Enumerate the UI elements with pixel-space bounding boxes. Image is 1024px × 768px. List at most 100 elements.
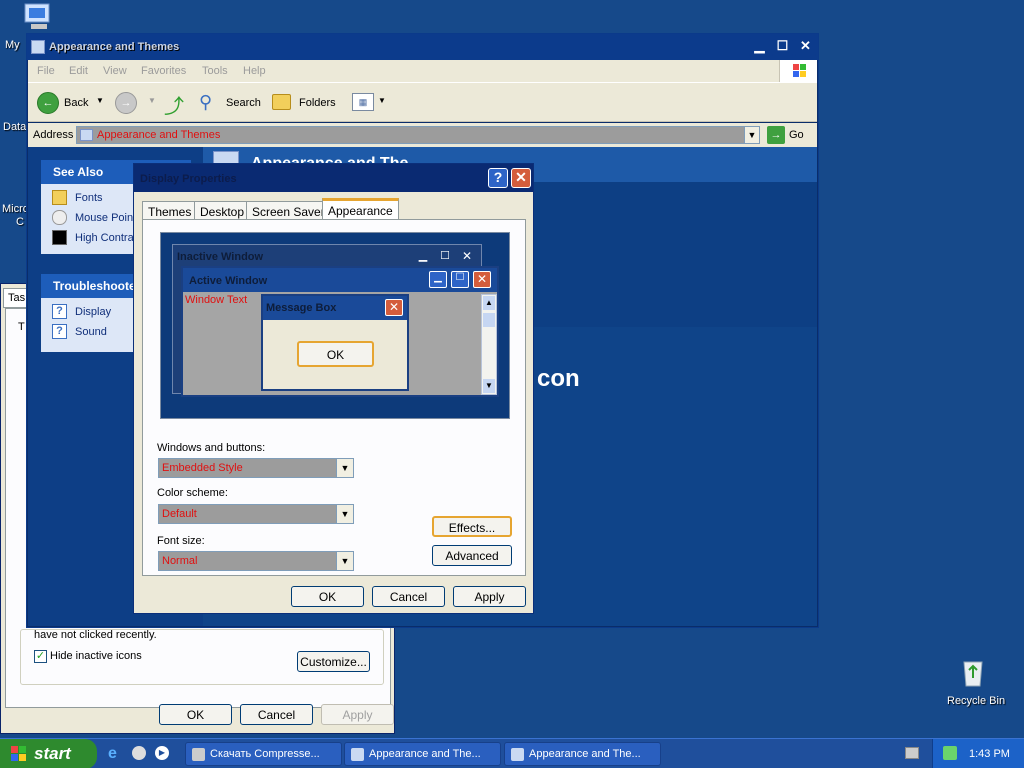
tab-themes[interactable]: Themes [142,201,198,220]
scroll-down-icon: ▼ [483,379,495,393]
troubleshoot-sound[interactable]: ? Sound [52,324,107,339]
windows-buttons-value: Embedded Style [162,462,243,474]
font-size-label: Font size: [157,535,205,547]
tab-desktop[interactable]: Desktop [194,201,251,220]
see-also-fonts[interactable]: Fonts [52,190,103,205]
folders-button[interactable]: Folders [299,97,336,109]
back-arrow-icon[interactable]: ← [37,92,59,114]
color-scheme-select[interactable]: Default ▼ [158,504,354,524]
close-button[interactable]: ✕ [795,38,816,57]
back-dropdown-icon[interactable]: ▼ [96,96,104,105]
font-size-value: Normal [162,555,198,567]
address-dropdown-icon[interactable]: ▼ [744,126,760,144]
display-apply-button[interactable]: Apply [453,586,526,607]
display-titlebar[interactable]: Display Properties ? ✕ [134,164,533,192]
windows-flag-icon [10,745,28,763]
taskbar: start e ▶ Скачать Compresse... Appearanc… [0,738,1024,768]
preview-scrollbar: ▲ ▼ [481,294,497,395]
fonts-folder-icon [52,190,67,205]
effects-button[interactable]: Effects... [432,516,512,537]
preview-active-max-icon: ☐ [451,271,469,288]
desktop-label-my[interactable]: My [5,39,20,51]
preview-message-close-icon: ✕ [385,299,403,316]
back-button[interactable]: Back [64,97,88,109]
address-folder-icon [80,129,93,141]
ie-icon[interactable]: e [108,745,126,763]
search-button[interactable]: Search [226,97,261,109]
menu-help[interactable]: Help [243,65,266,77]
menu-edit[interactable]: Edit [69,65,88,77]
forward-arrow-icon[interactable]: → [115,92,137,114]
help-icon: ? [52,304,67,319]
display-ok-button[interactable]: OK [291,586,364,607]
preview-active-min-icon: ▁ [429,271,447,288]
customize-button[interactable]: Customize... [297,651,370,672]
desktop-label-micro[interactable]: Micro [2,203,29,215]
task-app-icon [192,748,205,761]
recycle-bin-icon[interactable] [955,656,991,690]
taskbar-props-text: T [18,321,25,333]
address-bar: Address Appearance and Themes ▼ → Go [28,123,817,147]
minimize-button[interactable]: ▁ [749,38,770,57]
display-cancel-button[interactable]: Cancel [372,586,445,607]
views-icon[interactable]: ▦ [352,93,374,111]
recycle-bin-label[interactable]: Recycle Bin [947,695,1005,707]
task-button-appearance-1[interactable]: Appearance and The... [344,742,501,766]
my-computer-icon[interactable] [20,2,56,32]
search-icon: ⚲ [199,92,213,112]
menu-tools[interactable]: Tools [202,65,228,77]
tab-screen-saver[interactable]: Screen Saver [246,201,331,220]
help-icon: ? [52,324,67,339]
clock[interactable]: 1:43 PM [969,748,1010,760]
task-button-appearance-2[interactable]: Appearance and The... [504,742,661,766]
player-icon[interactable]: ▶ [155,746,169,760]
windows-buttons-label: Windows and buttons: [157,442,266,454]
media-icon[interactable] [132,746,146,760]
preview-message-title: Message Box [266,302,337,314]
appearance-preview: Inactive Window ▁ ☐ ✕ Active Window ▁ ☐ … [160,232,510,419]
views-dropdown-icon[interactable]: ▼ [378,96,386,105]
tab-appearance[interactable]: Appearance [322,198,399,221]
see-also-mouse-pointers[interactable]: Mouse Point [52,210,136,225]
preview-inactive-min-icon: ▁ [418,250,428,262]
keyboard-icon[interactable] [905,747,919,759]
forward-dropdown-icon[interactable]: ▼ [148,96,156,105]
see-also-high-contrast[interactable]: High Contra [52,230,134,245]
network-icon[interactable] [943,746,957,760]
hide-inactive-label[interactable]: Hide inactive icons [50,650,142,662]
address-label: Address [33,129,74,141]
go-button[interactable]: Go [789,129,804,141]
windows-buttons-select[interactable]: Embedded Style ▼ [158,458,354,478]
scroll-up-icon: ▲ [483,296,495,310]
taskbar-props-ok-button[interactable]: OK [159,704,232,725]
explorer-toolbar: ← Back ▼ → ▼ ⤴ ⚲ Search Folders ▦ ▼ [28,82,817,122]
address-field[interactable]: Appearance and Themes [76,126,760,144]
go-arrow-icon[interactable]: → [767,126,785,144]
hide-inactive-checkbox[interactable]: ✓ [34,650,47,663]
troubleshoot-display[interactable]: ? Display [52,304,111,319]
preview-active-title: Active Window [189,275,268,287]
font-size-select[interactable]: Normal ▼ [158,551,354,571]
desktop-label-data[interactable]: Data [3,121,26,133]
help-button[interactable]: ? [488,168,508,188]
scroll-thumb [483,313,495,327]
display-close-button[interactable]: ✕ [511,168,531,188]
menu-favorites[interactable]: Favorites [141,65,186,77]
menu-file[interactable]: File [37,65,55,77]
content-big-text: con [537,365,580,392]
advanced-button[interactable]: Advanced [432,545,512,566]
explorer-titlebar[interactable]: Appearance and Themes ▁ ☐ ✕ [27,34,818,60]
desktop-label-c[interactable]: C [16,216,24,228]
taskbar-props-cancel-button[interactable]: Cancel [240,704,313,725]
start-button[interactable]: start [0,739,97,768]
preview-ok-button: OK [297,341,374,367]
menu-view[interactable]: View [103,65,127,77]
maximize-button[interactable]: ☐ [772,38,793,57]
address-value: Appearance and Themes [97,129,221,141]
taskbar-props-apply-button[interactable]: Apply [321,704,394,725]
task-button-download[interactable]: Скачать Compresse... [185,742,342,766]
folders-icon [272,94,291,110]
up-folder-icon[interactable]: ⤴ [164,90,184,119]
appearance-tab-body: Inactive Window ▁ ☐ ✕ Active Window ▁ ☐ … [142,219,526,576]
menu-bar: File Edit View Favorites Tools Help [28,60,817,82]
